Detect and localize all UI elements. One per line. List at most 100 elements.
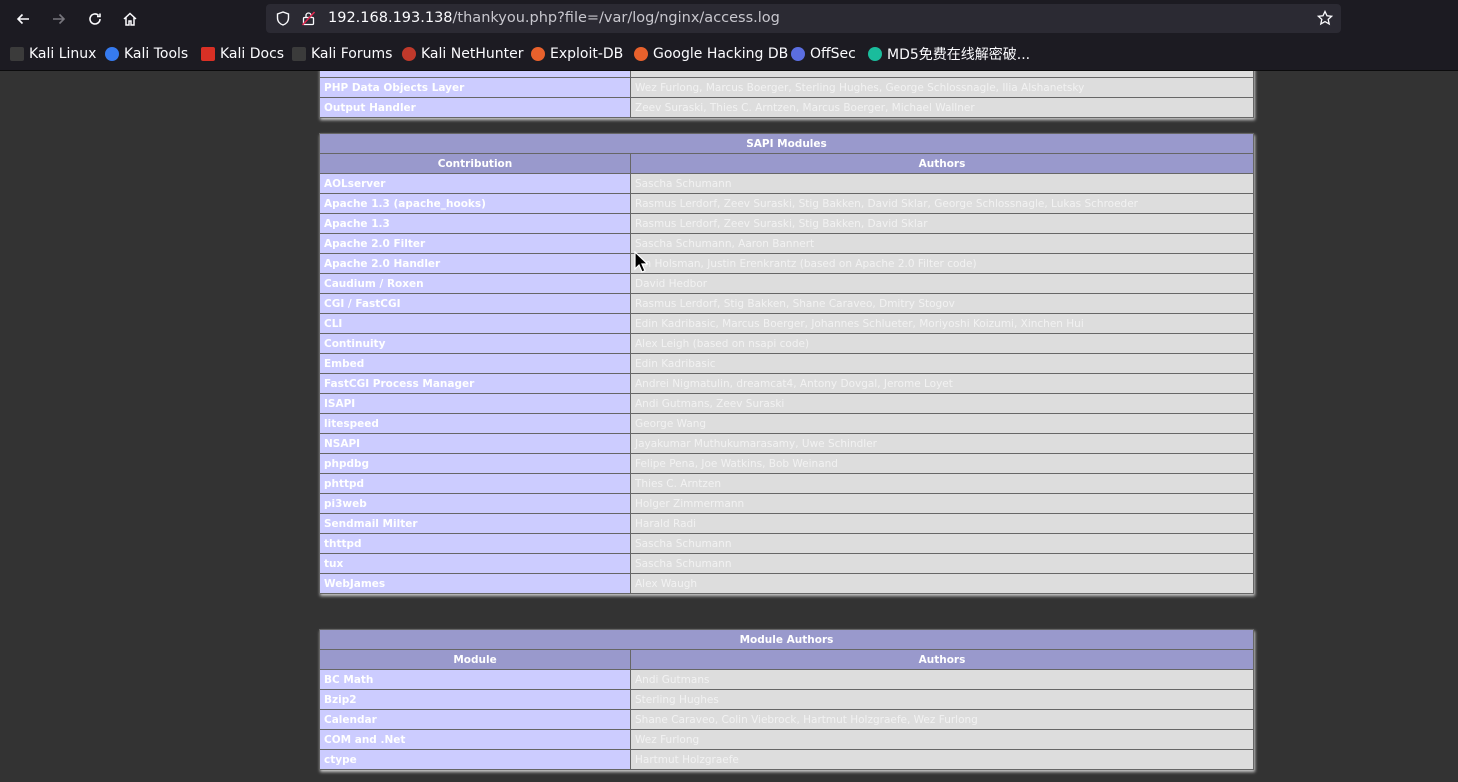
back-button[interactable] bbox=[10, 6, 36, 32]
table-body: SAPI Modules Contribution Authors AOLserv… bbox=[319, 133, 1254, 594]
authors-cell: Holger Zimmermann bbox=[630, 493, 1254, 514]
contribution-cell: Output Handler bbox=[319, 97, 631, 118]
contribution-cell: phpdbg bbox=[319, 453, 631, 474]
forward-button[interactable] bbox=[46, 6, 72, 32]
table-row: litespeed George Wang bbox=[319, 413, 1254, 434]
contribution-cell: AOLserver bbox=[319, 173, 631, 194]
bookmark-label: Kali NetHunter bbox=[421, 46, 524, 62]
table-row: Embed Edin Kadribasic bbox=[319, 353, 1254, 374]
bookmark-kali-docs[interactable]: Kali Docs bbox=[201, 45, 284, 63]
contribution-cell: Caudium / Roxen bbox=[319, 273, 631, 294]
table-row: Continuity Alex Leigh (based on nsapi cod… bbox=[319, 333, 1254, 354]
authors-cell: Sascha Schumann, Aaron Bannert bbox=[630, 233, 1254, 254]
authors-cell: Rasmus Lerdorf, Zeev Suraski, Stig Bakke… bbox=[630, 193, 1254, 214]
browser-toolbar: 192.168.193.138/thankyou.php?file=/var/l… bbox=[0, 0, 1458, 37]
bookmark-label: Kali Linux bbox=[29, 46, 97, 62]
authors-cell: Sterling Hughes bbox=[630, 689, 1254, 710]
contribution-cell: BC Math bbox=[319, 669, 631, 690]
table-row: Sendmail Milter Harald Radi bbox=[319, 513, 1254, 534]
contribution-cell: FastCGI Process Manager bbox=[319, 373, 631, 394]
column-header: Module bbox=[319, 649, 631, 670]
bookmark-label: Google Hacking DB bbox=[653, 46, 789, 62]
authors-cell: Zeev Suraski, Thies C. Arntzen, Marcus B… bbox=[630, 97, 1254, 118]
shield-icon[interactable] bbox=[276, 11, 290, 30]
nethunter-icon bbox=[402, 47, 416, 61]
table-title: SAPI Modules bbox=[319, 133, 1254, 154]
home-button[interactable] bbox=[117, 6, 143, 32]
url-text[interactable]: 192.168.193.138/thankyou.php?file=/var/l… bbox=[328, 10, 780, 26]
authors-cell: Alex Leigh (based on nsapi code) bbox=[630, 333, 1254, 354]
column-header: Authors bbox=[630, 153, 1254, 174]
bookmark-kali-tools[interactable]: Kali Tools bbox=[105, 45, 188, 63]
contribution-cell: NSAPI bbox=[319, 433, 631, 454]
table-row: ISAPI Andi Gutmans, Zeev Suraski bbox=[319, 393, 1254, 414]
table-row: NSAPI Jayakumar Muthukumarasamy, Uwe Schi… bbox=[319, 433, 1254, 454]
bookmark-kali-linux[interactable]: Kali Linux bbox=[10, 45, 96, 63]
contribution-cell: phttpd bbox=[319, 473, 631, 494]
table-row: PHP Data Objects Layer Wez Furlong, Marcu… bbox=[319, 77, 1254, 98]
contribution-cell: CLI bbox=[319, 313, 631, 334]
contribution-cell: Sendmail Milter bbox=[319, 513, 631, 534]
contribution-cell: ISAPI bbox=[319, 393, 631, 414]
contribution-cell: Bzip2 bbox=[319, 689, 631, 710]
bookmark-label: Kali Docs bbox=[220, 46, 285, 62]
table-header-row: Contribution Authors bbox=[319, 153, 1254, 174]
offsec-icon bbox=[791, 47, 805, 61]
bookmark-kali-nethunter[interactable]: Kali NetHunter bbox=[402, 45, 523, 63]
kali-forums-icon bbox=[292, 47, 306, 61]
authors-cell: Felipe Pena, Joe Watkins, Bob Weinand bbox=[630, 453, 1254, 474]
table-row: Caudium / Roxen David Hedbor bbox=[319, 273, 1254, 294]
authors-cell: Shane Caraveo, Colin Viebrock, Hartmut H… bbox=[630, 709, 1254, 730]
contribution-cell: Apache 2.0 Handler bbox=[319, 253, 631, 274]
table-row: Apache 1.3 (apache_hooks) Rasmus Lerdorf,… bbox=[319, 193, 1254, 214]
insecure-lock-icon[interactable] bbox=[301, 11, 316, 30]
authors-cell: Wez Furlong bbox=[630, 729, 1254, 750]
bookmark-offsec[interactable]: OffSec bbox=[791, 45, 856, 63]
table-body: Module Authors Module Authors BC Math Andi… bbox=[319, 629, 1254, 770]
bookmark-label: MD5免费在线解密破... bbox=[887, 47, 1031, 63]
authors-cell: Rasmus Lerdorf, Stig Bakken, Shane Carav… bbox=[630, 293, 1254, 314]
exploit-db-icon bbox=[531, 47, 545, 61]
authors-cell: Sascha Schumann bbox=[630, 553, 1254, 574]
contribution-cell: Apache 1.3 bbox=[319, 213, 631, 234]
authors-cell: Jayakumar Muthukumarasamy, Uwe Schindler bbox=[630, 433, 1254, 454]
authors-cell: Rasmus Lerdorf, Zeev Suraski, Stig Bakke… bbox=[630, 213, 1254, 234]
bookmark-label: Kali Tools bbox=[124, 46, 189, 62]
bookmark-label: Kali Forums bbox=[311, 46, 393, 62]
table-title-row: SAPI Modules bbox=[319, 133, 1254, 154]
ghdb-icon bbox=[634, 47, 648, 61]
md5-icon bbox=[868, 47, 882, 61]
authors-cell: Andi Gutmans bbox=[630, 669, 1254, 690]
table-row: COM and .Net Wez Furlong bbox=[319, 729, 1254, 750]
url-path: /thankyou.php?file=/var/log/nginx/access… bbox=[452, 10, 780, 26]
bookmark-md5[interactable]: MD5免费在线解密破... bbox=[868, 45, 1030, 63]
back-arrow-icon bbox=[16, 13, 29, 25]
table-row: WebJames Alex Waugh bbox=[319, 573, 1254, 594]
bookmark-star-icon[interactable] bbox=[1316, 9, 1334, 30]
table-row: pi3web Holger Zimmermann bbox=[319, 493, 1254, 514]
contribution-cell: Apache 1.3 (apache_hooks) bbox=[319, 193, 631, 214]
mouse-cursor-icon bbox=[634, 251, 648, 273]
table-row: CLI Edin Kadribasic, Marcus Boerger, Joha… bbox=[319, 313, 1254, 334]
contribution-cell: COM and .Net bbox=[319, 729, 631, 750]
contribution-cell: Embed bbox=[319, 353, 631, 374]
authors-cell: Thies C. Arntzen bbox=[630, 473, 1254, 494]
reload-button[interactable] bbox=[82, 6, 108, 32]
table-row: AOLserver Sascha Schumann bbox=[319, 173, 1254, 194]
contribution-cell: pi3web bbox=[319, 493, 631, 514]
url-host: 192.168.193.138 bbox=[328, 10, 453, 26]
url-bar[interactable]: 192.168.193.138/thankyou.php?file=/var/l… bbox=[266, 4, 1341, 33]
bookmark-google-hacking-db[interactable]: Google Hacking DB bbox=[634, 45, 788, 63]
authors-cell: Alex Waugh bbox=[630, 573, 1254, 594]
table-row: Apache 1.3 Rasmus Lerdorf, Zeev Suraski, … bbox=[319, 213, 1254, 234]
table-row: Bzip2 Sterling Hughes bbox=[319, 689, 1254, 710]
bookmark-label: OffSec bbox=[810, 46, 856, 62]
reload-icon bbox=[89, 13, 101, 25]
bookmarks-bar: Kali Linux Kali Tools Kali Docs Kali For… bbox=[0, 37, 1458, 71]
bookmark-exploit-db[interactable]: Exploit-DB bbox=[531, 45, 623, 63]
table-title-row: Module Authors bbox=[319, 629, 1254, 650]
module-authors-table: Module Authors Module Authors BC Math Andi… bbox=[319, 629, 1254, 770]
bookmark-kali-forums[interactable]: Kali Forums bbox=[292, 45, 392, 63]
authors-cell: Andi Gutmans, Zeev Suraski bbox=[630, 393, 1254, 414]
table-row: BC Math Andi Gutmans bbox=[319, 669, 1254, 690]
